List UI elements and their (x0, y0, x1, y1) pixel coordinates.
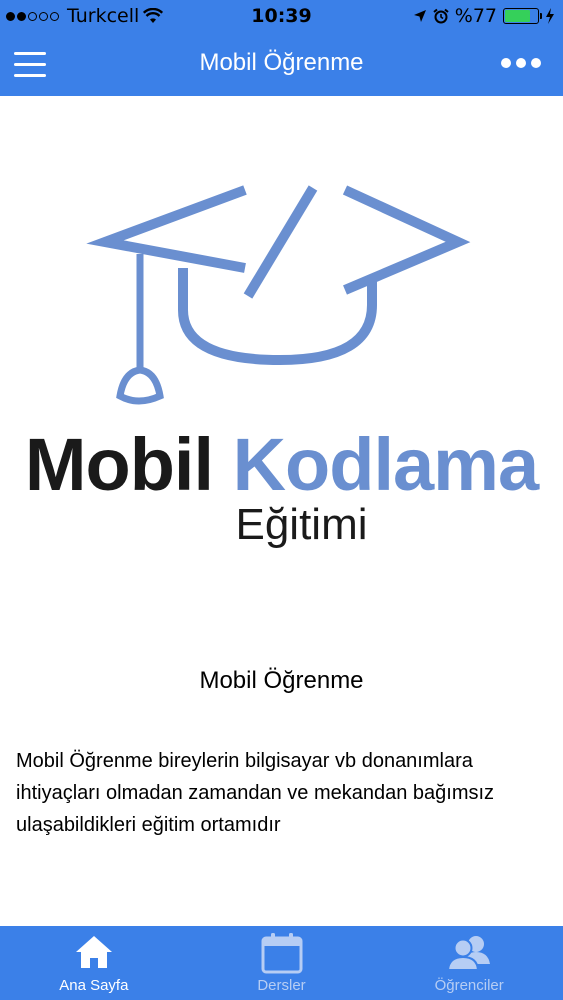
calendar-icon (261, 933, 302, 974)
location-arrow-icon (413, 10, 426, 22)
nav-bar: Mobil Öğrenme (0, 34, 563, 96)
more-dot (531, 58, 541, 68)
status-right: %77 (413, 5, 555, 27)
battery-fill (505, 10, 530, 22)
tab-dersler[interactable]: Dersler (188, 926, 376, 1000)
content-title: Mobil Öğrenme (199, 667, 364, 694)
tab-bar: Ana Sayfa Dersler Öğrenciler (0, 926, 563, 1000)
more-options-button[interactable] (501, 58, 541, 68)
status-bar: Turkcell 10:39 %77 (0, 0, 563, 34)
app-screen: Turkcell 10:39 %77 Mobil Öğrenme Mobil K… (0, 0, 563, 1000)
more-dot (501, 58, 511, 68)
battery-icon (503, 8, 542, 24)
logo: Mobil Kodlama Eğitimi (0, 160, 563, 560)
more-dot (516, 58, 526, 68)
logo-word-mobil: Mobil (24, 423, 214, 506)
content-body: Mobil Öğrenme bireylerin bilgisayar vb d… (16, 750, 495, 836)
charging-bolt-icon (546, 8, 554, 24)
home-icon (75, 936, 112, 968)
battery-percent: %77 (454, 5, 497, 27)
users-icon (447, 936, 491, 971)
logo-word-kodlama: Kodlama (232, 423, 540, 506)
tab-ana-sayfa[interactable]: Ana Sayfa (0, 926, 188, 1000)
tab-label: Öğrenciler (434, 977, 504, 994)
page-title: Mobil Öğrenme (199, 49, 364, 76)
tab-label: Ana Sayfa (59, 977, 129, 994)
alarm-clock-icon (433, 8, 449, 24)
tab-ogrenciler[interactable]: Öğrenciler (375, 926, 563, 1000)
logo-title: Mobil Kodlama (0, 422, 563, 507)
graduation-cap-icon (86, 185, 471, 405)
tab-label: Dersler (257, 977, 306, 994)
logo-subtitle: Eğitimi (235, 500, 368, 549)
